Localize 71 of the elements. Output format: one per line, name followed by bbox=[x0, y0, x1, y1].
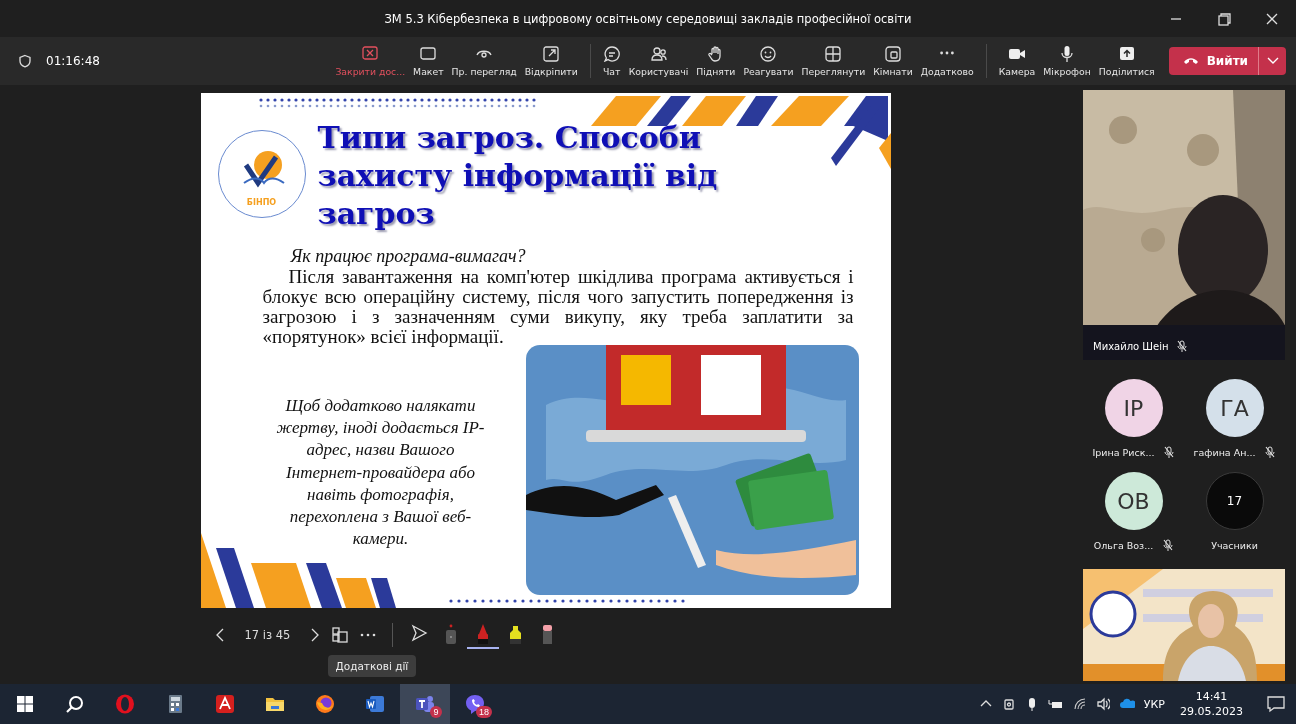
caret-icon[interactable] bbox=[1265, 56, 1280, 66]
windows-start-icon[interactable] bbox=[16, 695, 34, 713]
slide-counter: 17 із 45 bbox=[244, 628, 291, 642]
firefox-icon bbox=[315, 694, 335, 714]
search-icon bbox=[65, 694, 85, 714]
taskbar-app[interactable]: 9 bbox=[400, 684, 450, 724]
phone-icon bbox=[1182, 56, 1199, 66]
layout-icon bbox=[419, 45, 438, 62]
more-icon[interactable] bbox=[360, 632, 377, 638]
grid-icon bbox=[824, 45, 843, 62]
chat-icon bbox=[602, 45, 621, 62]
toolbar-button[interactable]: Поділитися bbox=[1094, 42, 1159, 80]
participant-name: гафина Ан... bbox=[1193, 446, 1256, 458]
restore-icon[interactable] bbox=[1215, 10, 1233, 27]
toolbar-button[interactable]: Реагувати bbox=[739, 42, 798, 80]
participant-name: Ольга Воз... bbox=[1093, 539, 1154, 551]
toolbar-button[interactable]: Закрити дос... bbox=[331, 42, 410, 80]
participant-name: Михайло Шеін bbox=[1093, 340, 1169, 352]
notification-count: 18 bbox=[476, 706, 492, 718]
more-icon bbox=[940, 51, 955, 55]
slide-title: Типи загроз. Способи захисту інформації від загроз bbox=[317, 119, 719, 233]
toolbar-button[interactable]: Камера bbox=[994, 42, 1040, 80]
people-icon bbox=[649, 45, 668, 62]
tooltip: Додаткові дії bbox=[327, 655, 417, 677]
toolbar-button[interactable]: Переглянути bbox=[797, 42, 870, 80]
keyboard-language[interactable]: УКР bbox=[1143, 697, 1165, 711]
participants-label: Учасники bbox=[1211, 539, 1258, 551]
slide-paragraph: Після завантаження на комп'ютер шкідлива програма активується і блокує всю операційну систему, після чого запустить попередження із загрозою і з зазначенням суми викупу, яку треба заплатити за «порятунок» всієї інформації. bbox=[262, 267, 854, 347]
avatar: ГА bbox=[1205, 379, 1264, 437]
stop-sharing-icon bbox=[361, 45, 380, 62]
toolbar-button[interactable]: Чат bbox=[598, 42, 625, 80]
avatar: ІР bbox=[1104, 379, 1163, 437]
rooms-icon bbox=[883, 45, 902, 62]
shield-icon bbox=[18, 54, 32, 68]
clock-date[interactable]: 29.05.2023 bbox=[1180, 704, 1243, 719]
camera-icon[interactable] bbox=[1001, 697, 1016, 711]
battery-plug-icon[interactable] bbox=[1047, 697, 1064, 711]
wifi-icon[interactable] bbox=[1072, 697, 1087, 711]
cloud-icon[interactable] bbox=[1118, 697, 1135, 711]
teams-icon bbox=[415, 694, 435, 714]
word-icon bbox=[365, 694, 385, 714]
toolbar-button[interactable]: Пр. перегляд bbox=[447, 42, 521, 80]
pointer-icon[interactable] bbox=[410, 623, 429, 644]
acrobat-icon bbox=[215, 694, 235, 714]
clock-time[interactable]: 14:41 bbox=[1195, 689, 1228, 704]
toolbar-button[interactable]: Мікрофон bbox=[1039, 42, 1095, 80]
opera-icon bbox=[115, 694, 135, 714]
toolbar-button[interactable]: Відкріпити bbox=[520, 42, 582, 80]
slide-note: Щоб додатково налякати жертву, іноді додається IP-адрес, назви Вашого Інтернет-провайдера або навіть фотографія, перехоплена з Вашої веб-камери. bbox=[275, 395, 486, 551]
share-screen-icon bbox=[1117, 45, 1136, 62]
toolbar-button[interactable]: Кімнати bbox=[869, 42, 917, 80]
logo-text: БІНПО bbox=[246, 198, 277, 207]
window-title: ЗМ 5.3 Кібербезпека в цифровому освітньому середовищі закладів професійної освіти bbox=[384, 11, 912, 26]
smiley-icon bbox=[759, 45, 778, 62]
taskbar-app[interactable]: 18 bbox=[450, 684, 500, 724]
speaker-icon[interactable] bbox=[1095, 697, 1110, 711]
notifications-icon[interactable] bbox=[1266, 695, 1286, 713]
next-icon[interactable] bbox=[310, 628, 321, 642]
participant-name: Ірина Риск... bbox=[1092, 446, 1155, 458]
toolbar-button[interactable]: Користувачі bbox=[624, 42, 693, 80]
slides-grid-icon[interactable] bbox=[332, 627, 349, 643]
previous-icon[interactable] bbox=[214, 628, 225, 642]
meeting-timer: 01:16:48 bbox=[46, 54, 100, 68]
toolbar-button[interactable]: Макет bbox=[409, 42, 448, 80]
pop-out-icon bbox=[542, 45, 561, 62]
participant-count[interactable]: 17 bbox=[1205, 472, 1264, 530]
toolbar-button[interactable]: Підняти bbox=[692, 42, 740, 80]
slide-question: Як працює програма-вимагач? bbox=[290, 246, 527, 267]
notification-count: 9 bbox=[430, 706, 442, 718]
toolbar-button[interactable]: Додатково bbox=[916, 42, 978, 80]
avatar: ОВ bbox=[1104, 472, 1163, 530]
